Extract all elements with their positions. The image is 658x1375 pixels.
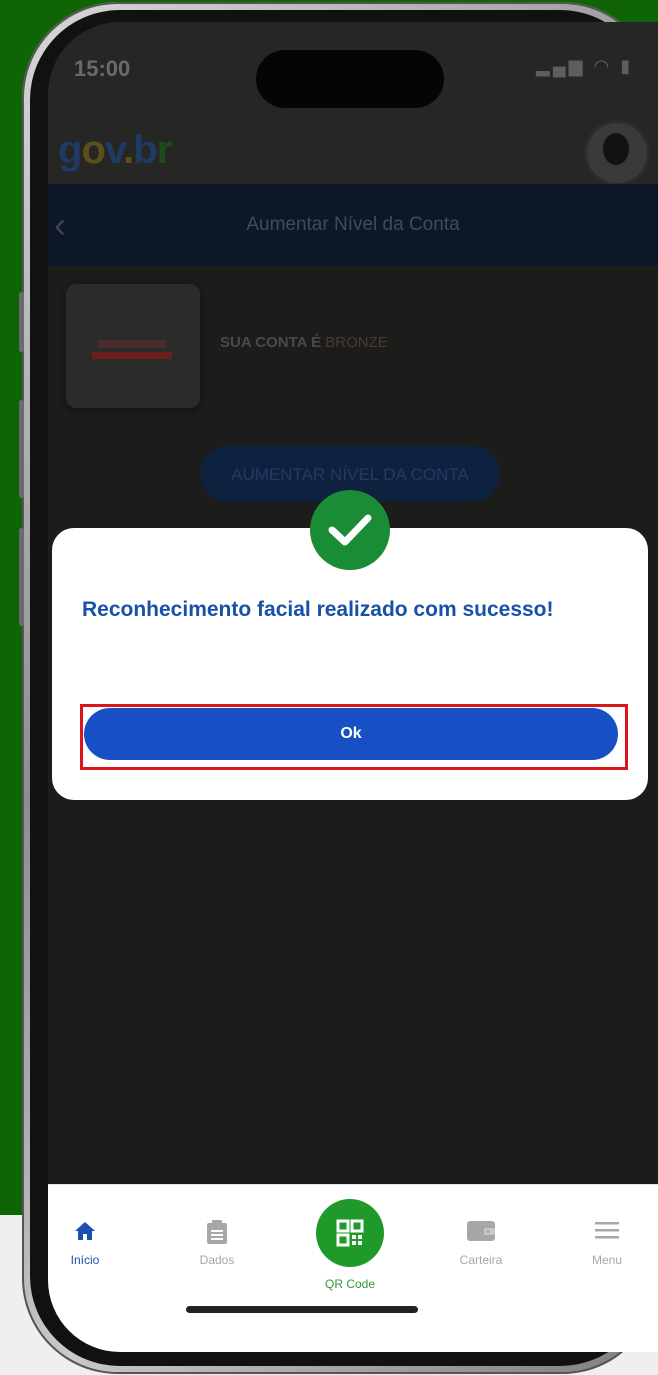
nav-item-dados[interactable]: Dados [172,1219,262,1267]
nav-label-dados: Dados [199,1253,235,1267]
phone-screen: 15:00 ▂▄▆ ◠ ▮ gov.br ‹ Aumentar Nível da… [48,22,658,1352]
nav-item-inicio[interactable]: Início [48,1219,130,1267]
wifi-icon: ◠ [593,56,613,76]
account-level-text: SUA CONTA É BRONZE [220,334,388,351]
nav-label-qr-code: QR Code [324,1277,376,1291]
status-time: 15:00 [74,56,131,81]
volume-up-button [19,400,24,498]
battery-icon: ▮ [620,56,634,76]
page-title: Aumentar Nível da Conta [246,214,460,235]
qr-code-icon [336,1219,364,1247]
qr-code-button[interactable] [316,1199,384,1267]
success-check-icon [310,490,390,570]
mute-switch [19,292,24,352]
ok-button[interactable]: Ok [84,708,618,760]
home-icon [48,1219,130,1245]
app-bar: gov.br [48,120,658,186]
nav-label-menu: Menu [591,1253,623,1267]
govbr-logo: gov.br [58,128,172,172]
nav-label-carteira: Carteira [459,1253,503,1267]
dialog-message: Reconhecimento facial realizado com suce… [82,598,554,621]
wallet-icon [436,1219,526,1245]
account-level-prefix: SUA CONTA É [220,334,322,351]
avatar[interactable] [584,120,650,186]
account-tier: BRONZE [325,334,388,351]
bottom-nav: Início Dados QR Code Carteira Menu [48,1184,658,1352]
account-level-card-image [66,284,200,408]
clipboard-icon [172,1219,262,1245]
nav-label-inicio: Início [70,1253,100,1267]
dynamic-island [256,50,444,108]
hamburger-menu-icon [562,1219,652,1245]
home-indicator[interactable] [186,1306,418,1313]
nav-item-menu[interactable]: Menu [562,1219,652,1267]
volume-down-button [19,528,24,626]
status-bar: 15:00 ▂▄▆ ◠ ▮ [48,22,658,122]
nav-item-carteira[interactable]: Carteira [436,1219,526,1267]
title-bar: ‹ Aumentar Nível da Conta [48,184,658,266]
signal-icon: ▂▄▆ [536,56,586,76]
status-icons: ▂▄▆ ◠ ▮ [536,56,633,77]
